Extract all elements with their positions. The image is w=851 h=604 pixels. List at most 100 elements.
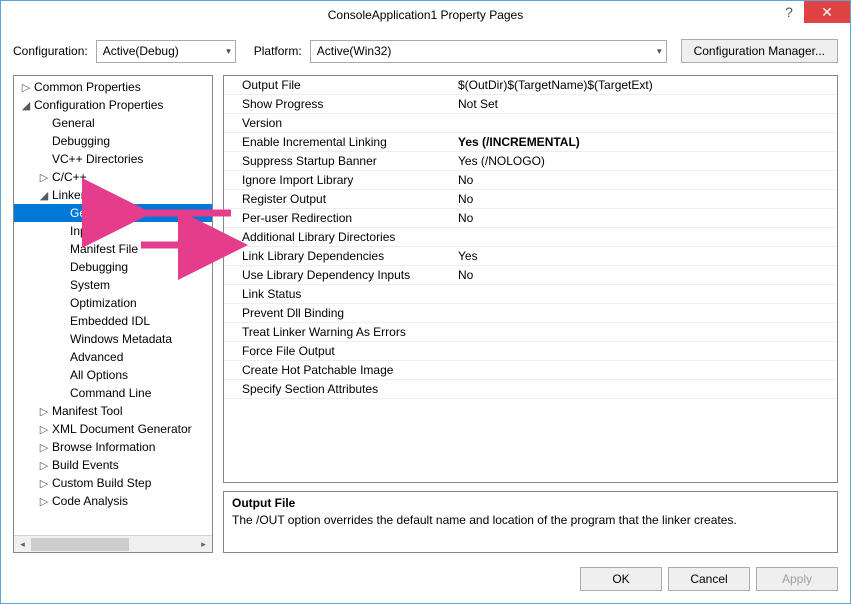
- tree-item-label: Custom Build Step: [52, 476, 151, 490]
- expander-icon[interactable]: ▷: [38, 171, 50, 184]
- property-row[interactable]: Prevent Dll Binding: [224, 304, 837, 323]
- tree-item[interactable]: ▷C/C++: [14, 168, 212, 186]
- property-name: Use Library Dependency Inputs: [224, 268, 454, 282]
- tree-item-label: Manifest File: [70, 242, 138, 256]
- tree-pane: ▷Common Properties◢Configuration Propert…: [13, 75, 213, 553]
- configuration-value: Active(Debug): [103, 44, 179, 58]
- tree-scroll[interactable]: ▷Common Properties◢Configuration Propert…: [14, 76, 212, 535]
- expander-icon[interactable]: ▷: [38, 441, 50, 454]
- tree-item[interactable]: ▷Common Properties: [14, 78, 212, 96]
- tree-item[interactable]: Windows Metadata: [14, 330, 212, 348]
- property-name: Register Output: [224, 192, 454, 206]
- tree-horizontal-scrollbar[interactable]: ◂ ▸: [14, 535, 212, 552]
- scroll-right-icon[interactable]: ▸: [195, 536, 212, 553]
- tree-item-label: Linker: [52, 188, 85, 202]
- property-name: Link Status: [224, 287, 454, 301]
- property-value: Not Set: [454, 97, 837, 111]
- tree-item[interactable]: ▷Custom Build Step: [14, 474, 212, 492]
- tree-item[interactable]: ▷XML Document Generator: [14, 420, 212, 438]
- tree-item-label: Input: [70, 224, 97, 238]
- expander-icon[interactable]: ▷: [38, 459, 50, 472]
- tree-item[interactable]: Advanced: [14, 348, 212, 366]
- property-value: Yes (/INCREMENTAL): [454, 135, 837, 149]
- tree-item-label: XML Document Generator: [52, 422, 192, 436]
- tree-item[interactable]: General: [14, 114, 212, 132]
- close-icon[interactable]: ✕: [804, 1, 850, 23]
- expander-icon[interactable]: ▷: [20, 81, 32, 94]
- configuration-manager-button[interactable]: Configuration Manager...: [681, 39, 838, 63]
- property-row[interactable]: Specify Section Attributes: [224, 380, 837, 399]
- tree-item[interactable]: All Options: [14, 366, 212, 384]
- platform-label: Platform:: [254, 44, 302, 58]
- property-value: Yes: [454, 249, 837, 263]
- tree-item[interactable]: ▷Manifest Tool: [14, 402, 212, 420]
- scroll-track[interactable]: [31, 536, 195, 552]
- platform-select[interactable]: Active(Win32) ▾: [310, 40, 667, 63]
- property-row[interactable]: Per-user RedirectionNo: [224, 209, 837, 228]
- tree-item[interactable]: ▷Build Events: [14, 456, 212, 474]
- expander-icon[interactable]: ▷: [38, 405, 50, 418]
- scroll-thumb[interactable]: [31, 538, 129, 551]
- property-name: Per-user Redirection: [224, 211, 454, 225]
- configuration-select[interactable]: Active(Debug) ▾: [96, 40, 236, 63]
- tree-item[interactable]: Command Line: [14, 384, 212, 402]
- scroll-left-icon[interactable]: ◂: [14, 536, 31, 553]
- cancel-button[interactable]: Cancel: [668, 567, 750, 591]
- property-row[interactable]: Create Hot Patchable Image: [224, 361, 837, 380]
- property-panel: Output File$(OutDir)$(TargetName)$(Targe…: [223, 75, 838, 553]
- tree-item-label: Optimization: [70, 296, 137, 310]
- property-row[interactable]: Register OutputNo: [224, 190, 837, 209]
- dialog-buttons: OK Cancel Apply: [1, 559, 850, 603]
- help-icon[interactable]: ?: [774, 1, 804, 23]
- expander-icon[interactable]: ▷: [38, 477, 50, 490]
- property-row[interactable]: Enable Incremental LinkingYes (/INCREMEN…: [224, 133, 837, 152]
- description-box: Output File The /OUT option overrides th…: [223, 491, 838, 553]
- tree-item[interactable]: Debugging: [14, 132, 212, 150]
- property-row[interactable]: Link Status: [224, 285, 837, 304]
- tree-item[interactable]: VC++ Directories: [14, 150, 212, 168]
- tree-item[interactable]: System: [14, 276, 212, 294]
- property-row[interactable]: Link Library DependenciesYes: [224, 247, 837, 266]
- property-name: Link Library Dependencies: [224, 249, 454, 263]
- property-row[interactable]: Suppress Startup BannerYes (/NOLOGO): [224, 152, 837, 171]
- property-row[interactable]: Version: [224, 114, 837, 133]
- expander-icon[interactable]: ▷: [38, 423, 50, 436]
- property-row[interactable]: Output File$(OutDir)$(TargetName)$(Targe…: [224, 76, 837, 95]
- ok-button[interactable]: OK: [580, 567, 662, 591]
- tree-item[interactable]: ▷Browse Information: [14, 438, 212, 456]
- property-name: Enable Incremental Linking: [224, 135, 454, 149]
- property-row[interactable]: Show ProgressNot Set: [224, 95, 837, 114]
- property-value: Yes (/NOLOGO): [454, 154, 837, 168]
- tree-item[interactable]: ◢Configuration Properties: [14, 96, 212, 114]
- property-name: Create Hot Patchable Image: [224, 363, 454, 377]
- tree-item[interactable]: Optimization: [14, 294, 212, 312]
- tree-item-label: Command Line: [70, 386, 151, 400]
- tree-item-label: Code Analysis: [52, 494, 128, 508]
- property-row[interactable]: Use Library Dependency InputsNo: [224, 266, 837, 285]
- tree-item-label: Windows Metadata: [70, 332, 172, 346]
- tree-item-label: Advanced: [70, 350, 123, 364]
- configuration-row: Configuration: Active(Debug) ▾ Platform:…: [1, 29, 850, 75]
- property-name: Prevent Dll Binding: [224, 306, 454, 320]
- tree-item[interactable]: Debugging: [14, 258, 212, 276]
- platform-value: Active(Win32): [317, 44, 392, 58]
- expander-icon[interactable]: ▷: [38, 495, 50, 508]
- property-row[interactable]: Additional Library Directories: [224, 228, 837, 247]
- property-name: Version: [224, 116, 454, 130]
- property-row[interactable]: Treat Linker Warning As Errors: [224, 323, 837, 342]
- tree-item-label: Manifest Tool: [52, 404, 122, 418]
- tree-item-label: C/C++: [52, 170, 87, 184]
- property-name: Output File: [224, 78, 454, 92]
- property-row[interactable]: Ignore Import LibraryNo: [224, 171, 837, 190]
- tree-item[interactable]: ▷Code Analysis: [14, 492, 212, 510]
- property-row[interactable]: Force File Output: [224, 342, 837, 361]
- expander-icon[interactable]: ◢: [20, 99, 32, 112]
- tree-item-label: Browse Information: [52, 440, 155, 454]
- apply-button[interactable]: Apply: [756, 567, 838, 591]
- description-body: The /OUT option overrides the default na…: [232, 513, 829, 527]
- property-grid[interactable]: Output File$(OutDir)$(TargetName)$(Targe…: [223, 75, 838, 483]
- tree-item-label: Common Properties: [34, 80, 141, 94]
- description-title: Output File: [232, 496, 829, 510]
- tree-item[interactable]: Embedded IDL: [14, 312, 212, 330]
- expander-icon[interactable]: ◢: [38, 189, 50, 202]
